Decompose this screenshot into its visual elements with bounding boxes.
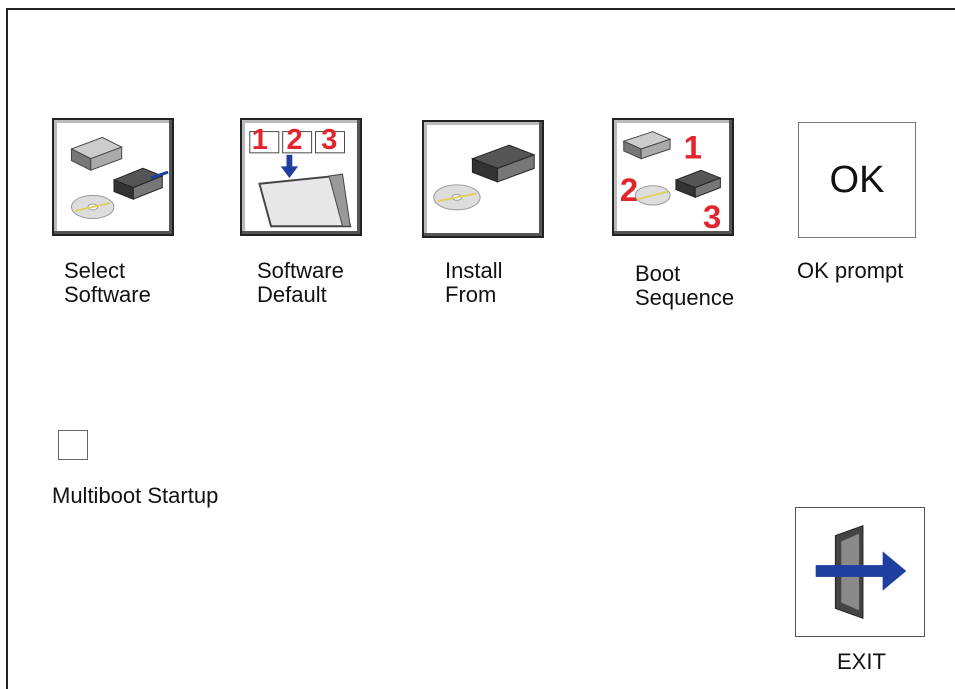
boot-sequence-label: Boot Sequence [635, 261, 735, 310]
boot-number-1: 1 [684, 129, 702, 166]
boot-number-2: 2 [620, 171, 638, 208]
exit-door-icon [815, 525, 907, 619]
ok-prompt-button[interactable]: OK [798, 122, 916, 238]
exit-label: EXIT [837, 649, 886, 674]
multiboot-startup-label: Multiboot Startup [52, 483, 219, 508]
install-from-label: Install From [445, 258, 503, 307]
install-from-icon [433, 144, 536, 211]
ok-prompt-label: OK prompt [797, 258, 904, 283]
select-software-label: Select Software [64, 258, 151, 307]
number-2: 2 [287, 124, 303, 156]
select-software-icon [70, 136, 169, 220]
software-default-icon: 1 2 3 [249, 124, 352, 228]
ok-button-text: OK [829, 158, 885, 201]
number-3: 3 [321, 124, 337, 156]
number-1: 1 [252, 124, 268, 156]
multiboot-startup-checkbox[interactable] [58, 430, 88, 460]
boot-sequence-button[interactable]: 1 2 3 [612, 118, 734, 236]
exit-button[interactable] [795, 507, 925, 637]
boot-number-3: 3 [703, 198, 721, 234]
software-default-button[interactable]: 1 2 3 [240, 118, 362, 236]
select-software-button[interactable] [52, 118, 174, 236]
boot-sequence-icon: 1 2 3 [620, 129, 722, 234]
install-from-button[interactable] [422, 120, 544, 238]
software-default-label: Software Default [257, 258, 344, 307]
